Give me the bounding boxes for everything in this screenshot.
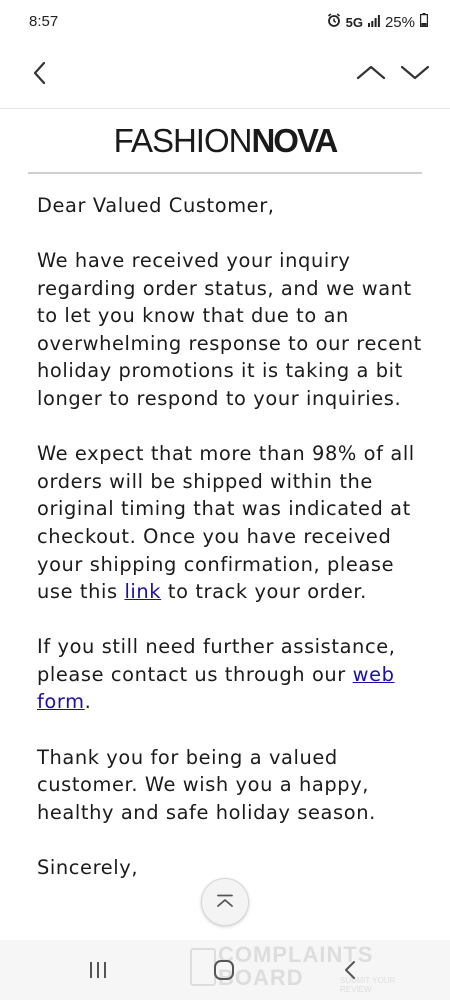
battery-percent: 25% — [384, 13, 415, 31]
status-icons: 5G 25% — [327, 13, 429, 31]
recent-apps-button[interactable] — [85, 958, 111, 982]
network-label: 5G — [345, 14, 363, 30]
paragraph-thanks: Thank you for being a valued customer. W… — [37, 745, 376, 824]
status-time: 8:57 — [29, 13, 59, 30]
email-body: Dear Valued Customer, We have received y… — [37, 192, 432, 909]
system-nav-bar: COMPLAINTS BOARD SUBMIT YOUR REVIEW — [0, 940, 450, 1000]
next-email-button[interactable] — [398, 58, 432, 88]
paragraph-assistance-end: . — [84, 690, 92, 714]
back-button[interactable] — [26, 58, 56, 88]
chevron-up-icon — [356, 65, 386, 80]
paragraph-assistance: If you still need further assistance, pl… — [37, 633, 432, 716]
status-bar: 8:57 5G 25% — [0, 0, 450, 46]
recents-icon — [90, 962, 106, 978]
logo-divider — [28, 172, 422, 174]
previous-email-button[interactable] — [354, 58, 388, 88]
greeting: Dear Valued Customer, — [37, 194, 275, 217]
signal-icon — [367, 14, 380, 31]
paragraph-shipping-end: to track your order. — [161, 580, 367, 604]
battery-icon — [420, 13, 429, 31]
fashion-nova-logo: FASHIONNOVA — [0, 122, 450, 160]
home-icon — [214, 960, 234, 980]
scroll-top-icon — [217, 894, 233, 907]
closing: Sincerely, — [37, 855, 139, 879]
tracking-link[interactable]: link — [124, 580, 161, 603]
back-arrow-icon — [345, 961, 355, 979]
paragraph-shipping: We expect that more than 98% of all orde… — [37, 440, 432, 606]
chevron-down-icon — [400, 65, 430, 80]
alarm-icon — [327, 13, 341, 31]
paragraph-assistance-text: If you still need further assistance, pl… — [37, 635, 396, 686]
system-back-button[interactable] — [338, 958, 364, 982]
chevron-left-icon — [33, 61, 46, 85]
logo-text-nova: NOVA — [251, 122, 338, 159]
scroll-to-top-button[interactable] — [201, 878, 249, 926]
paragraph-shipping-text: We expect that more than 98% of all orde… — [37, 442, 415, 604]
paragraph-inquiry: We have received your inquiry regarding … — [37, 249, 422, 411]
email-toolbar — [0, 48, 450, 109]
logo-text-fashion: FASHION — [113, 122, 253, 159]
home-button[interactable] — [211, 958, 237, 982]
